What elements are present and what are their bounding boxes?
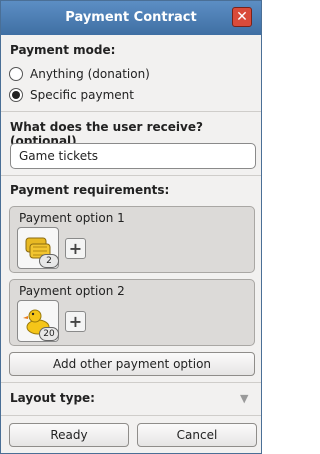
item-count-badge: 2 bbox=[39, 254, 59, 268]
radio-specific-payment[interactable] bbox=[9, 88, 23, 102]
ready-button[interactable]: Ready bbox=[9, 423, 129, 447]
payment-contract-window: Payment Contract ✕ Payment mode: Anythin… bbox=[0, 0, 262, 454]
divider bbox=[1, 111, 261, 112]
radio-anything-donation-label[interactable]: Anything (donation) bbox=[30, 67, 150, 81]
radio-specific-payment-label[interactable]: Specific payment bbox=[30, 88, 134, 102]
divider bbox=[1, 382, 261, 383]
payment-requirements-label: Payment requirements: bbox=[10, 183, 170, 197]
chevron-down-icon[interactable]: ▼ bbox=[240, 392, 248, 405]
payment-item-slot[interactable]: 20 bbox=[17, 300, 59, 342]
title-bar[interactable]: Payment Contract ✕ bbox=[1, 1, 261, 35]
divider bbox=[1, 415, 261, 416]
plus-icon: + bbox=[68, 312, 83, 331]
close-button[interactable]: ✕ bbox=[232, 7, 252, 27]
receive-input[interactable]: Game tickets bbox=[10, 143, 256, 169]
window-title: Payment Contract bbox=[65, 10, 197, 25]
add-payment-option-button[interactable]: Add other payment option bbox=[9, 352, 255, 376]
receive-input-value: Game tickets bbox=[19, 149, 99, 163]
payment-option-2-label: Payment option 2 bbox=[19, 284, 125, 298]
payment-item-slot[interactable]: 2 bbox=[17, 227, 59, 269]
radio-anything-donation[interactable] bbox=[9, 67, 23, 81]
close-icon: ✕ bbox=[236, 9, 248, 25]
plus-icon: + bbox=[68, 239, 83, 258]
payment-option-2: Payment option 2 20 + bbox=[9, 279, 255, 346]
payment-option-1: Payment option 1 2 + bbox=[9, 206, 255, 273]
cancel-button[interactable]: Cancel bbox=[137, 423, 257, 447]
payment-option-1-label: Payment option 1 bbox=[19, 211, 125, 225]
divider bbox=[1, 175, 261, 176]
item-count-badge: 20 bbox=[39, 327, 59, 341]
add-item-button[interactable]: + bbox=[65, 311, 86, 332]
layout-type-label[interactable]: Layout type: bbox=[10, 391, 95, 405]
payment-mode-label: Payment mode: bbox=[10, 43, 116, 57]
add-item-button[interactable]: + bbox=[65, 238, 86, 259]
